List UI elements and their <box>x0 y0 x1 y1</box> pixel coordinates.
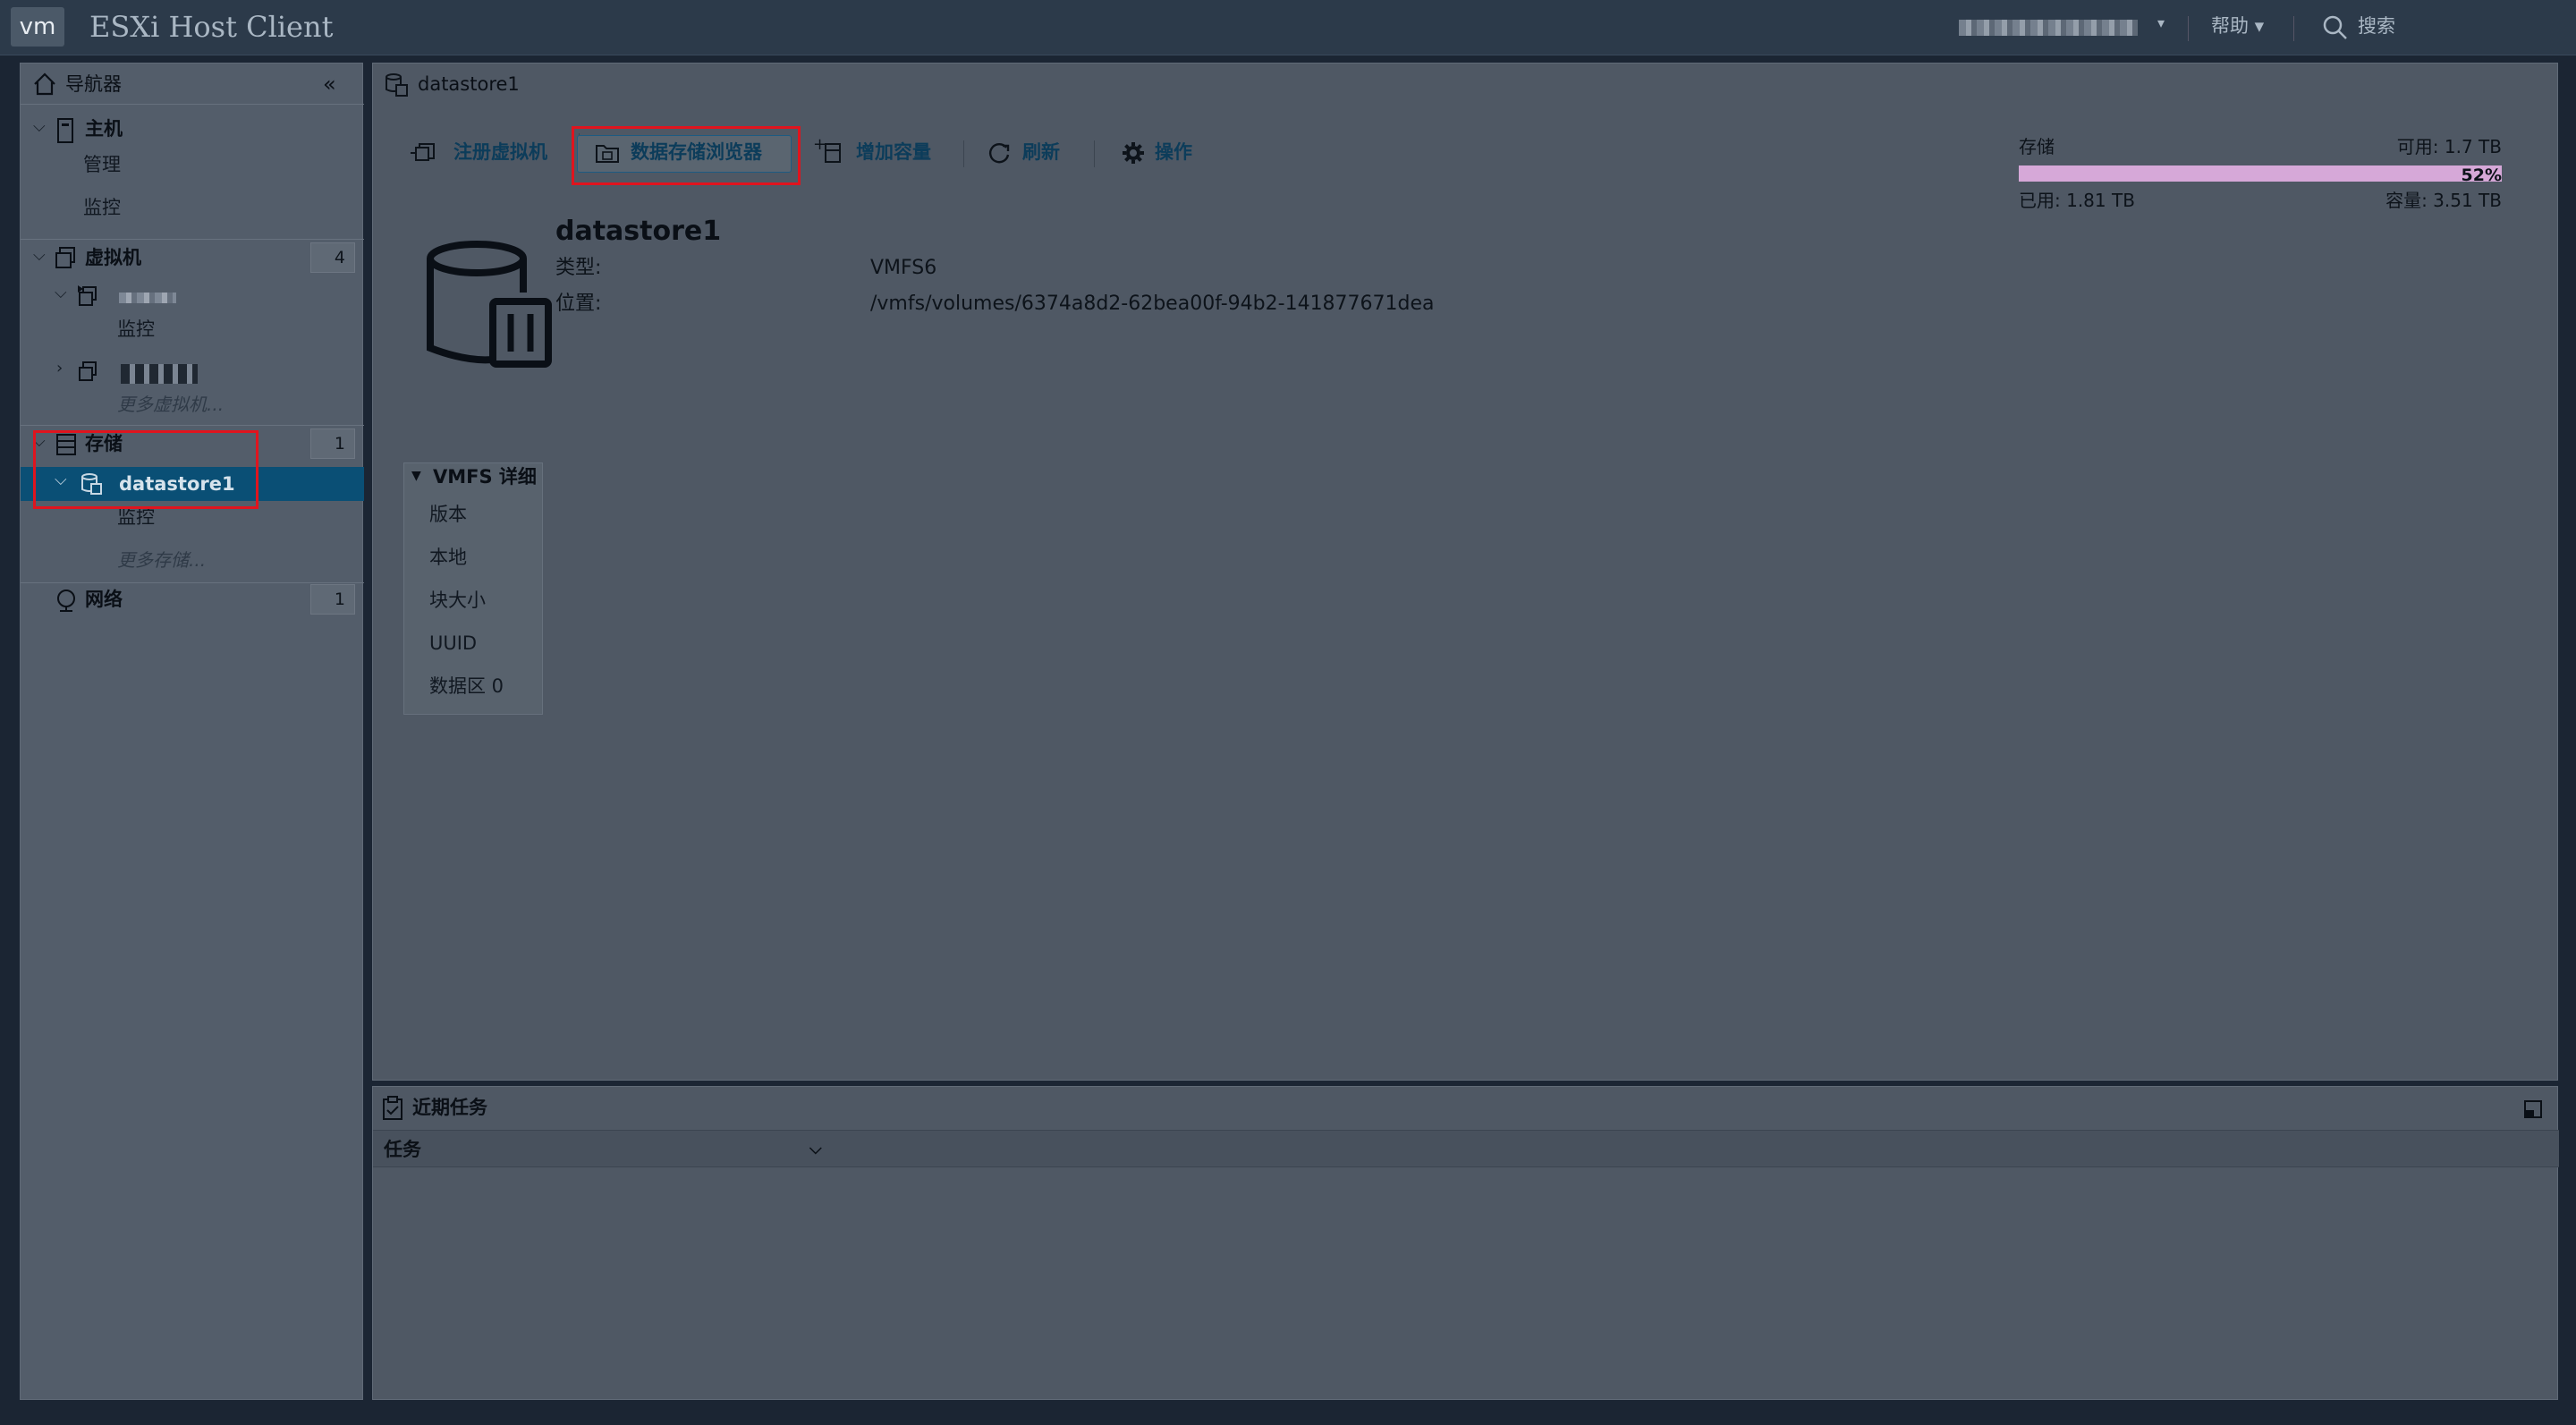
increase-capacity-icon: + <box>813 137 843 165</box>
host-icon <box>55 117 76 144</box>
app-title: ESXi Host Client <box>89 10 334 44</box>
nav-host-manage[interactable]: 管理 <box>83 151 121 178</box>
storage-free: 可用: 1.7 TB <box>2396 136 2502 157</box>
vmware-logo: vm <box>11 7 64 47</box>
svg-text:+: + <box>813 137 826 154</box>
nav-more-storage[interactable]: 更多存储... <box>117 547 206 573</box>
breadcrumb: datastore1 <box>418 73 520 95</box>
actions-menu[interactable]: 操作 <box>1155 139 1192 165</box>
storage-used: 已用: 1.81 TB <box>2019 190 2135 211</box>
highlight-box <box>33 430 258 509</box>
chevron-down-icon[interactable]: ⌵ <box>33 117 46 136</box>
prop-location-value: /vmfs/volumes/6374a8d2-62bea00f-94b2-141… <box>870 293 1435 315</box>
recent-tasks-panel: 近期任务 任务 ⌵ <box>372 1086 2559 1400</box>
chevron-down-icon[interactable]: ⌵ <box>809 1131 822 1168</box>
register-vm-icon <box>409 139 437 165</box>
divider <box>21 425 364 426</box>
vmfs-row: 块大小 <box>429 590 486 611</box>
divider <box>2293 16 2294 41</box>
network-count-badge: 1 <box>310 584 355 615</box>
navigator-panel: 导航器 « ⌵ 主机 管理 监控 ⌵ 虚拟机 4 ⌵ 监控 › 更多虚拟机...… <box>20 63 364 1400</box>
increase-capacity-button[interactable]: 增加容量 <box>856 139 931 165</box>
nav-vm1-monitor[interactable]: 监控 <box>117 316 155 343</box>
refresh-button[interactable]: 刷新 <box>1022 139 1060 165</box>
nav-host-monitor[interactable]: 监控 <box>83 194 121 221</box>
storage-percent: 52% <box>2461 165 2502 185</box>
col-task[interactable]: 任务 <box>384 1131 421 1168</box>
prop-type-key: 类型: <box>555 257 602 279</box>
vm-running-icon <box>76 284 99 309</box>
maximize-icon[interactable] <box>2523 1099 2543 1119</box>
vm-icon <box>55 246 78 271</box>
search-icon[interactable] <box>2322 14 2349 41</box>
vmfs-details-title: VMFS 详细 <box>433 466 537 488</box>
nav-vms[interactable]: 虚拟机 <box>85 244 141 271</box>
chevron-down-icon[interactable]: ⌵ <box>33 246 46 265</box>
vmfs-row: UUID <box>429 632 478 654</box>
highlight-box <box>572 126 801 185</box>
datastore-panel: datastore1 注册虚拟机 数据存储浏览器 + 增加容量 刷新 操作 存储… <box>372 63 2558 1081</box>
nav-more-vms[interactable]: 更多虚拟机... <box>117 391 224 418</box>
gear-icon <box>1121 140 1146 165</box>
search-label[interactable]: 搜索 <box>2358 13 2395 39</box>
divider <box>1094 140 1095 167</box>
vm-name-redacted[interactable] <box>121 364 198 384</box>
register-vm-button[interactable]: 注册虚拟机 <box>453 139 547 165</box>
chevron-down-icon[interactable]: ⌵ <box>55 284 67 302</box>
prop-type-value: VMFS6 <box>870 257 937 279</box>
user-menu-caret[interactable]: ▾ <box>2157 14 2165 31</box>
nav-host[interactable]: 主机 <box>85 115 123 142</box>
home-icon <box>31 71 58 98</box>
tasks-table-header: 任务 ⌵ <box>373 1130 2559 1167</box>
datastore-large-icon <box>421 239 555 373</box>
chevron-right-icon[interactable]: › <box>56 359 63 377</box>
nav-network[interactable]: 网络 <box>85 586 123 613</box>
refresh-icon <box>987 140 1012 165</box>
storage-count-badge: 1 <box>310 428 355 459</box>
help-menu[interactable]: 帮助 ▾ <box>2211 13 2264 39</box>
storage-summary-label: 存储 <box>2019 136 2055 157</box>
vmfs-row: 本地 <box>429 547 467 568</box>
chevron-down-icon[interactable]: ▼ <box>411 469 421 483</box>
network-icon <box>55 588 78 613</box>
navigator-header: 导航器 « <box>21 64 364 105</box>
vmfs-row: 版本 <box>429 504 467 525</box>
recent-tasks-title: 近期任务 <box>412 1097 487 1118</box>
vm-count-badge: 4 <box>310 242 355 273</box>
navigator-title: 导航器 <box>65 73 122 95</box>
datastore-name: datastore1 <box>555 216 722 247</box>
divider <box>963 140 964 167</box>
divider <box>21 582 364 583</box>
divider <box>21 239 364 240</box>
user-menu[interactable] <box>1959 20 2138 36</box>
datastore-icon <box>384 72 409 98</box>
vm-name-redacted[interactable] <box>119 293 176 303</box>
vmfs-row: 数据区 0 <box>429 675 504 697</box>
vmfs-details-card: ▼ VMFS 详细 版本 本地 块大小 UUID 数据区 0 <box>403 462 543 715</box>
vm-icon <box>76 359 99 384</box>
storage-capacity: 容量: 3.51 TB <box>2385 190 2502 211</box>
divider <box>2188 16 2189 41</box>
collapse-icon[interactable]: « <box>323 71 336 98</box>
top-bar: vm ESXi Host Client ▾ 帮助 ▾ 搜索 <box>0 0 2576 55</box>
prop-location-key: 位置: <box>555 293 602 315</box>
tasks-icon <box>382 1096 403 1121</box>
